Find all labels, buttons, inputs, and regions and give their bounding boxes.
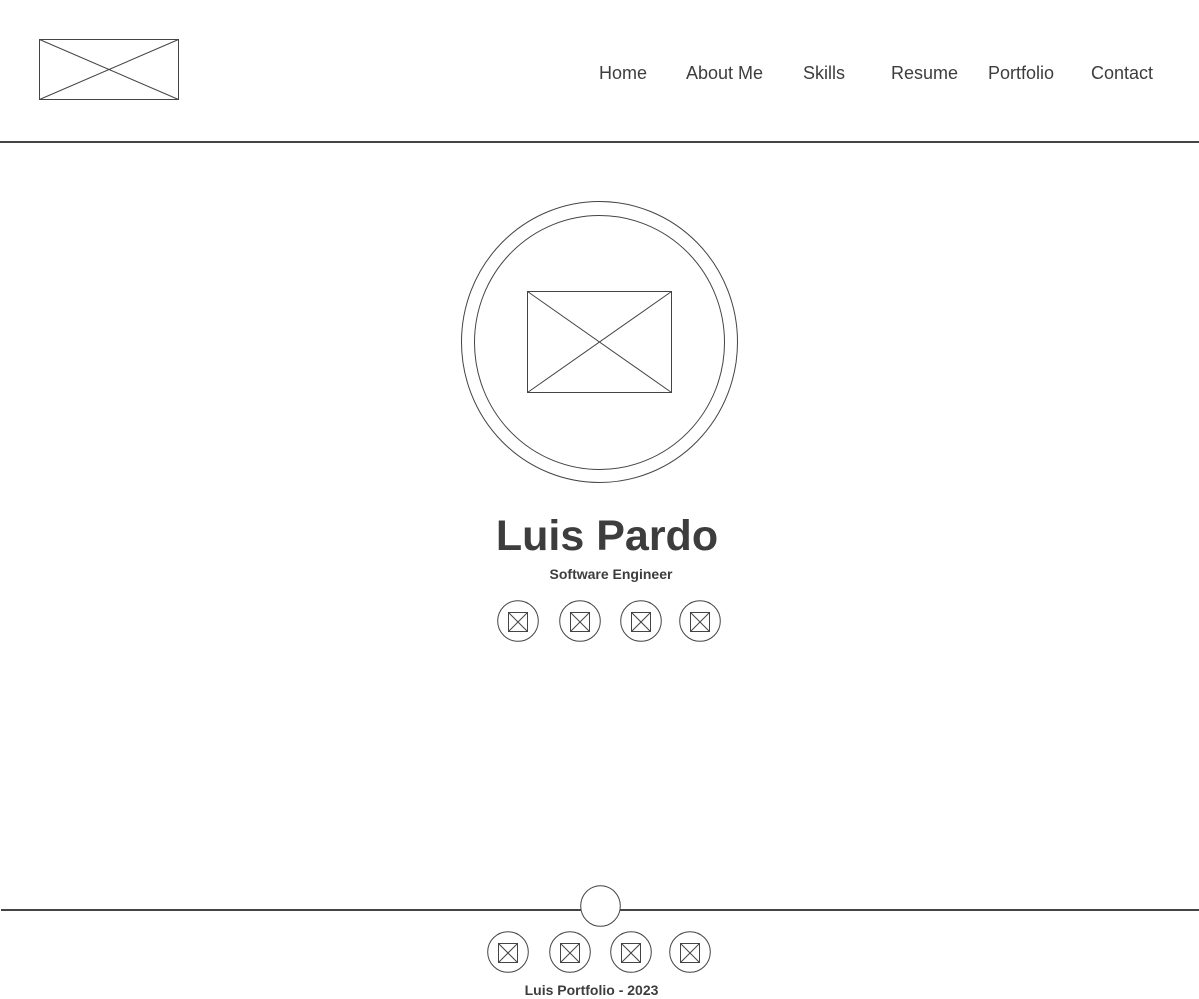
nav-resume[interactable]: Resume: [891, 62, 958, 84]
image-placeholder-icon: [497, 600, 539, 642]
avatar: [460, 200, 739, 484]
social-link-4[interactable]: [679, 600, 721, 642]
social-link-1[interactable]: [497, 600, 539, 642]
social-link-3[interactable]: [620, 600, 662, 642]
footer-social-link-2[interactable]: [549, 931, 591, 973]
image-placeholder-icon: [549, 931, 591, 973]
nav-contact[interactable]: Contact: [1091, 62, 1153, 84]
image-placeholder-icon: [39, 39, 179, 100]
circle-button-icon: [580, 885, 621, 927]
nav-skills[interactable]: Skills: [803, 62, 845, 84]
image-placeholder-icon: [610, 931, 652, 973]
header-divider: [0, 141, 1199, 143]
profile-title: Software Engineer: [549, 566, 673, 582]
footer-social-link-3[interactable]: [610, 931, 652, 973]
back-to-top-button[interactable]: [580, 885, 621, 927]
copyright-text: Luis Portfolio - 2023: [524, 982, 659, 998]
social-link-2[interactable]: [559, 600, 601, 642]
nav-portfolio[interactable]: Portfolio: [988, 62, 1054, 84]
profile-name: Luis Pardo: [495, 512, 719, 560]
image-placeholder-icon: [559, 600, 601, 642]
image-placeholder-icon: [679, 600, 721, 642]
footer-social-link-1[interactable]: [487, 931, 529, 973]
image-placeholder-icon: [461, 201, 738, 483]
image-placeholder-icon: [487, 931, 529, 973]
footer-social-link-4[interactable]: [669, 931, 711, 973]
logo[interactable]: [39, 39, 179, 100]
image-placeholder-icon: [669, 931, 711, 973]
nav-about-me[interactable]: About Me: [686, 62, 763, 84]
nav-home[interactable]: Home: [599, 62, 647, 84]
image-placeholder-icon: [620, 600, 662, 642]
